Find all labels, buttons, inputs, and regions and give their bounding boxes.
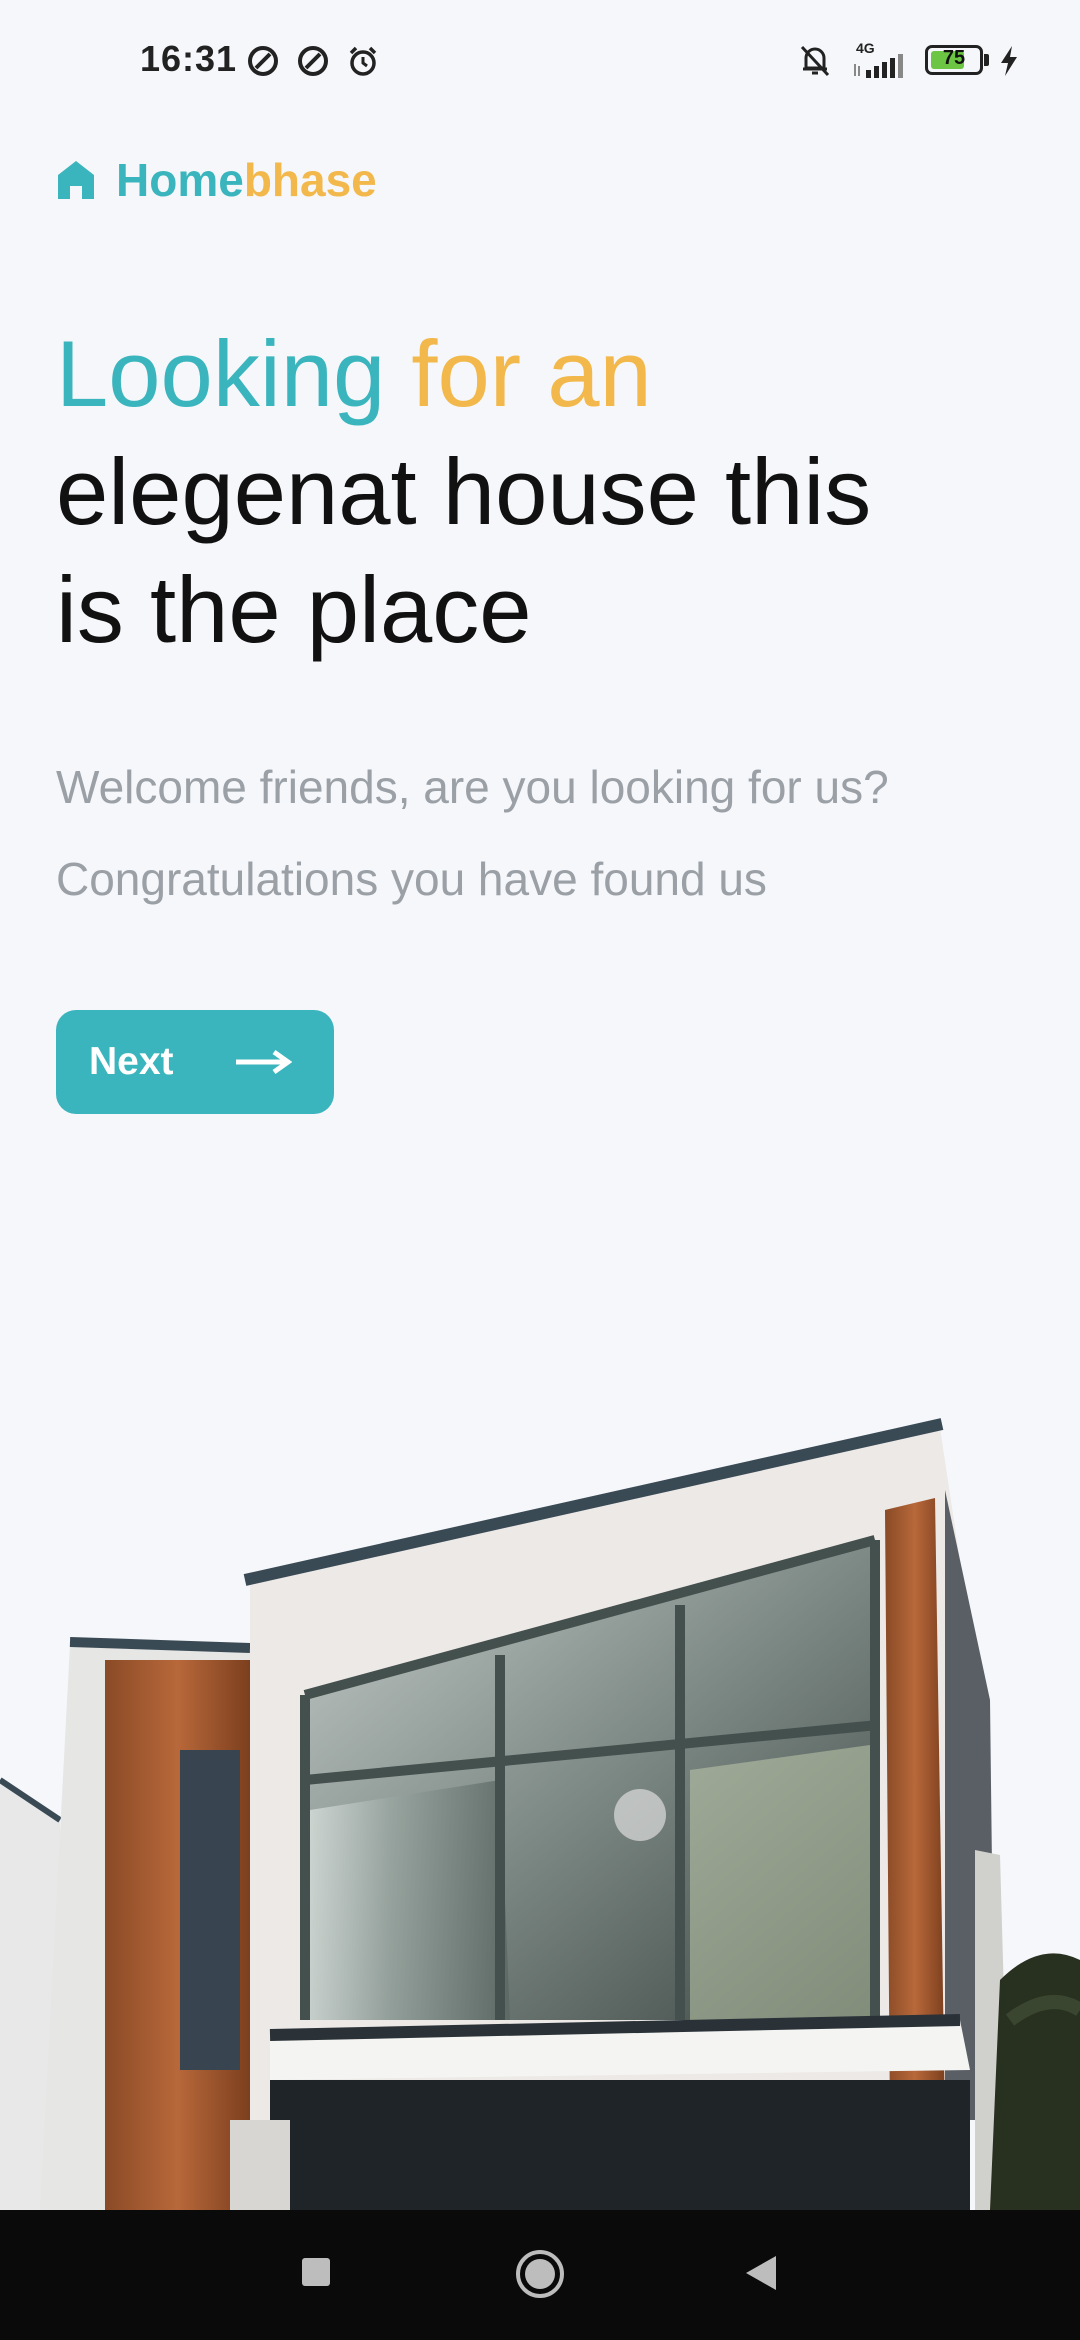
data-saver-icon <box>298 46 328 76</box>
brand-name-part1: Home <box>116 154 244 206</box>
brand-logo: Homebhase <box>56 150 377 210</box>
home-circle-icon[interactable] <box>514 2248 566 2300</box>
hero-subtitle-1: Welcome friends, are you looking for us? <box>56 761 889 813</box>
home-icon <box>58 161 94 199</box>
hero-subtitle-2: Congratulations you have found us <box>56 853 767 905</box>
battery-level-text: 75 <box>942 47 966 69</box>
battery-tip <box>984 54 989 66</box>
alarm-icon <box>349 46 377 76</box>
status-bar: 16:31 4G 75 <box>0 0 1080 120</box>
headline-word-gold: for an <box>411 321 652 426</box>
brand-name: Homebhase <box>116 153 377 207</box>
hero-headline: Looking for an elegenat house this is th… <box>56 315 1036 669</box>
back-triangle-icon[interactable] <box>744 2254 778 2292</box>
data-saver-icon <box>248 46 278 76</box>
navigation-bar <box>0 2210 1080 2340</box>
charging-icon <box>1001 46 1017 76</box>
next-button-label: Next <box>89 1040 174 1083</box>
battery-icon: 75 <box>925 45 983 75</box>
headline-line-3: is the place <box>56 557 532 662</box>
brand-name-part2: bhase <box>243 154 377 206</box>
arrow-right-icon <box>236 1049 292 1075</box>
headline-word-teal: Looking <box>56 321 386 426</box>
headline-line-2: elegenat house this <box>56 439 872 544</box>
recents-square-icon[interactable] <box>300 2256 332 2288</box>
signal-icon <box>854 54 903 78</box>
bell-off-icon <box>800 45 830 77</box>
house-photo <box>0 1418 1080 2210</box>
status-time: 16:31 <box>140 38 238 79</box>
next-button[interactable]: Next <box>56 1010 334 1114</box>
